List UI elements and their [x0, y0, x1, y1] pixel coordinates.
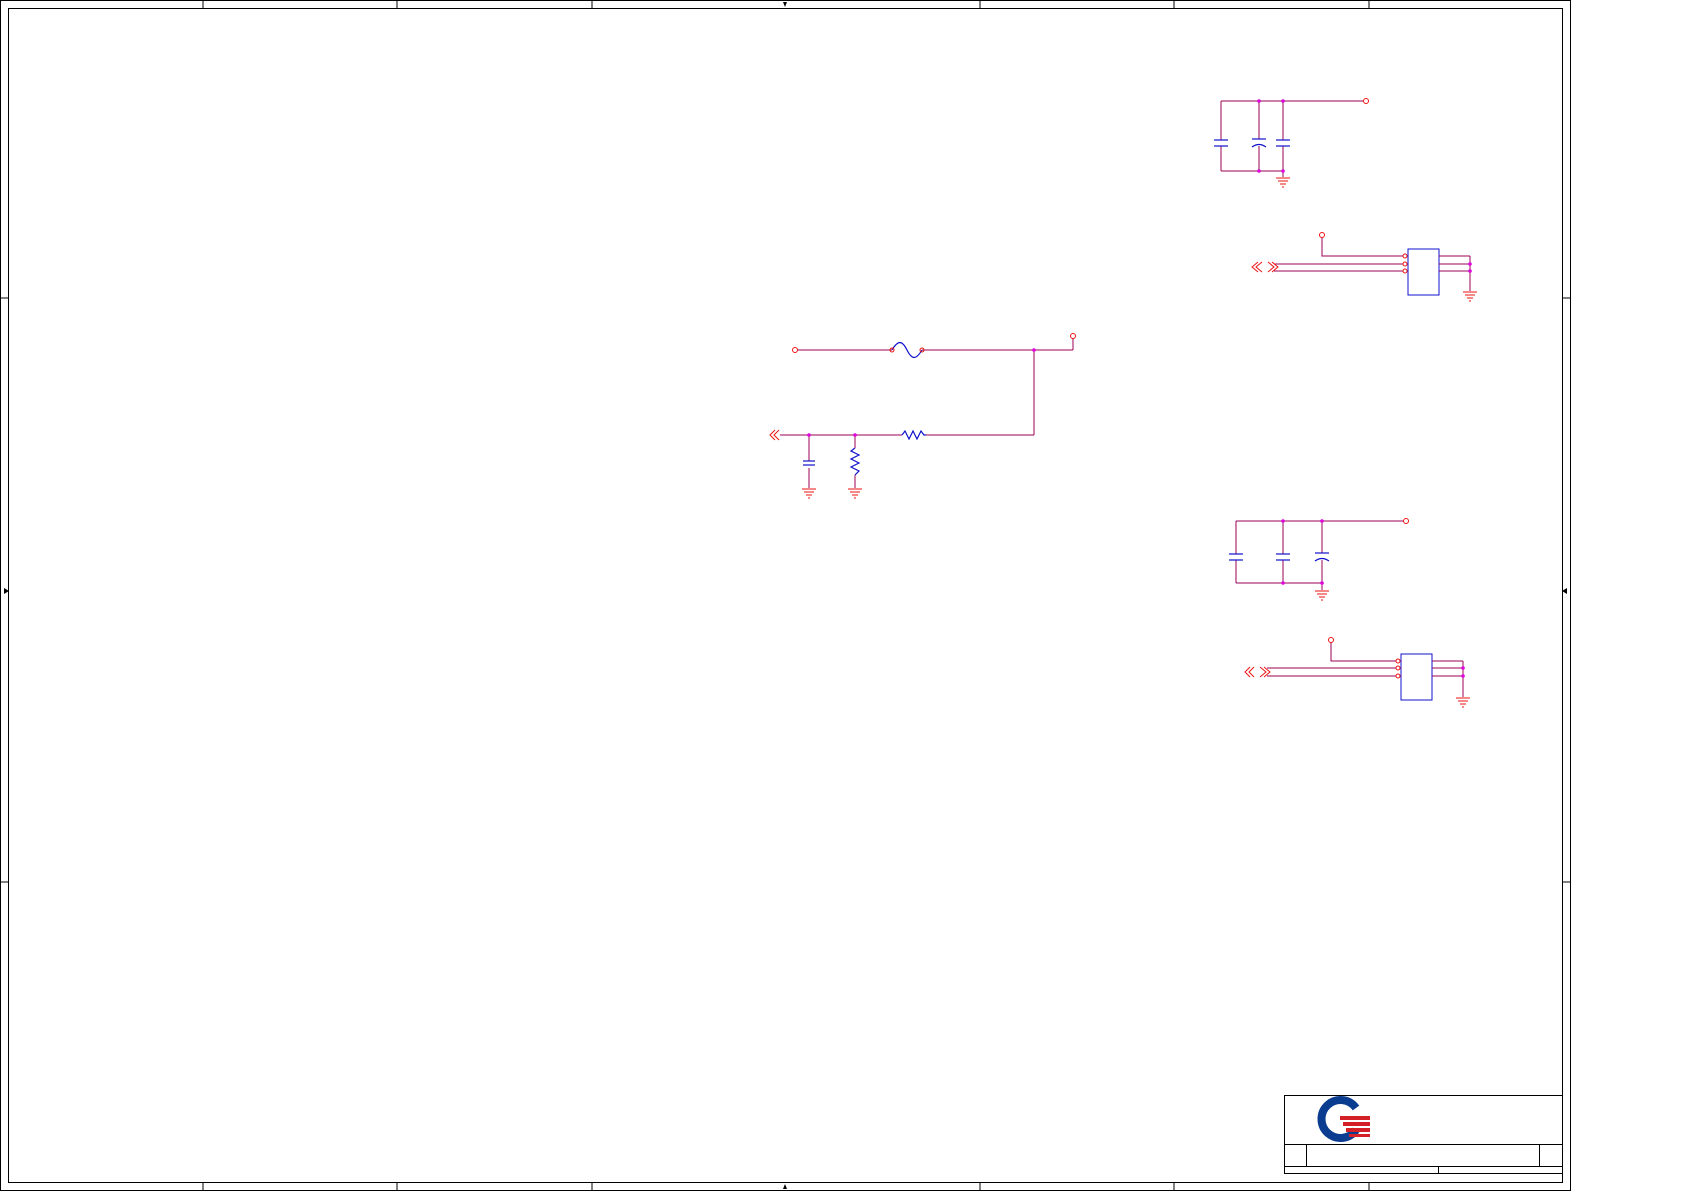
ground-symbol — [848, 488, 862, 499]
outer-border — [0, 0, 1571, 1191]
ic-block-2 — [1244, 637, 1470, 708]
decoupling-cap-group-2 — [1229, 518, 1409, 601]
junction-dot — [1320, 519, 1324, 523]
logo-stripe — [1349, 1134, 1370, 1137]
schematic-sheet — [0, 0, 1571, 1191]
junction-dot — [1281, 519, 1285, 523]
company-logo — [1317, 1096, 1370, 1142]
offpage-connector — [773, 429, 780, 441]
ground-symbol — [1463, 291, 1477, 302]
logo-stripe — [1346, 1128, 1370, 1132]
junction-dot — [1281, 169, 1285, 173]
wire — [1321, 237, 1403, 257]
ic-block-1 — [1251, 232, 1477, 302]
fuse-resistor-network — [769, 333, 1076, 499]
offpage-connector — [1251, 261, 1259, 273]
center-arrow-bottom — [783, 1184, 787, 1189]
power-port — [1363, 98, 1369, 104]
junction-dot — [807, 433, 811, 437]
junction-dot — [1468, 262, 1472, 266]
center-markers — [4, 2, 1567, 1189]
power-port — [1328, 637, 1334, 643]
pin — [1395, 673, 1401, 679]
fuse-symbol — [891, 341, 923, 359]
junction-dot — [1257, 99, 1261, 103]
sheet-frame — [0, 0, 1571, 1191]
junction-dot — [1461, 674, 1465, 678]
junction-dot — [1257, 169, 1261, 173]
junction-dot — [853, 433, 857, 437]
pin — [1402, 268, 1408, 274]
offpage-connector — [1248, 666, 1255, 678]
inner-border — [8, 8, 1563, 1183]
junction-dot — [1032, 348, 1036, 352]
logo-stripe — [1340, 1116, 1370, 1120]
wire — [1330, 642, 1396, 662]
junction-dot — [1461, 666, 1465, 670]
pin — [1402, 261, 1408, 267]
power-port — [1070, 333, 1076, 339]
resistor-symbol — [849, 447, 861, 476]
ground-symbol — [1315, 590, 1329, 601]
resistor-symbol — [901, 429, 926, 441]
junction-dot — [1281, 581, 1285, 585]
junction-dot — [1320, 581, 1324, 585]
logo-stripe — [1343, 1122, 1370, 1126]
junction-dot — [1468, 269, 1472, 273]
pin — [1402, 253, 1408, 259]
center-arrow-top — [783, 2, 787, 7]
ground-symbol — [1276, 177, 1290, 188]
decoupling-cap-group-1 — [1214, 98, 1369, 188]
junction-dot — [1281, 99, 1285, 103]
pin — [1395, 665, 1401, 671]
power-port — [792, 347, 798, 353]
power-port — [1319, 232, 1325, 238]
pin — [1395, 658, 1401, 664]
ground-symbol — [802, 488, 816, 499]
ic-body — [1407, 248, 1440, 296]
ic-body — [1400, 653, 1433, 701]
ground-symbol — [1456, 697, 1470, 708]
power-port — [1403, 518, 1409, 524]
